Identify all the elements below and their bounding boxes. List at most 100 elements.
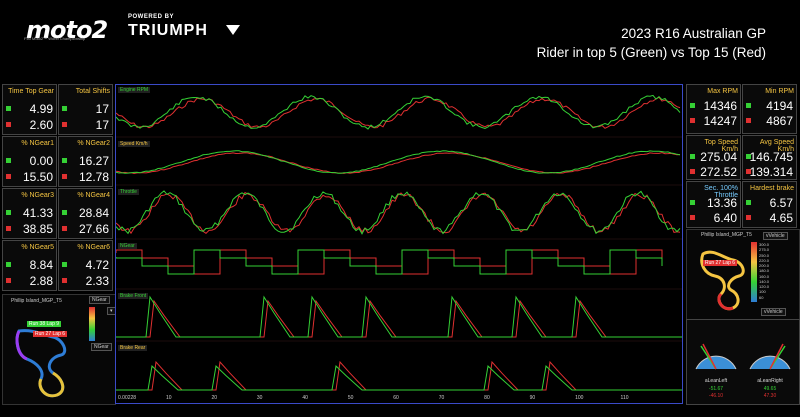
red-marker-icon bbox=[746, 215, 751, 220]
left-map-run-green: Run 38 Lap 9 bbox=[27, 321, 62, 327]
x-tick-label: 70 bbox=[438, 395, 445, 401]
left-stat-cell: % NGear6 4.72 2.33 bbox=[58, 240, 113, 291]
scale-label: 160.0 bbox=[759, 273, 770, 279]
stat-red-value: 12.78 bbox=[78, 170, 109, 184]
stat-green-value: 4.99 bbox=[29, 102, 53, 116]
left-stat-cell: Time Top Gear 4.99 2.60 bbox=[2, 84, 57, 135]
stat-label: % NGear4 bbox=[77, 192, 110, 199]
lean-left-green: -51.67 bbox=[708, 386, 724, 392]
green-marker-icon bbox=[62, 106, 67, 111]
right-map-color-legend bbox=[751, 242, 757, 302]
stat-red-value: 15.50 bbox=[22, 170, 53, 184]
x-tick-label: 100 bbox=[575, 395, 584, 401]
stat-green-value: 4194 bbox=[766, 99, 793, 113]
green-trace bbox=[116, 295, 682, 338]
stat-green-value: 41.33 bbox=[22, 206, 53, 220]
right-map-run-red-label: Run 27 Lap 6 bbox=[705, 260, 736, 266]
stat-green-value: 16.27 bbox=[78, 154, 109, 168]
stat-label: Total Shifts bbox=[75, 88, 110, 95]
triumph-logo: TRIUMPH bbox=[128, 22, 208, 39]
left-stat-cell: % NGear2 16.27 12.78 bbox=[58, 136, 113, 187]
left-stat-cell: % NGear3 41.33 38.85 bbox=[2, 188, 57, 239]
red-trace bbox=[116, 249, 663, 275]
stat-red-value: 17 bbox=[95, 118, 109, 132]
x-tick-label: 80 bbox=[484, 395, 490, 401]
x-tick-label: 20 bbox=[211, 395, 218, 401]
red-marker-icon bbox=[690, 215, 695, 220]
left-track-map-panel: Phillip Island_MGP_T5 NGear NGear ▾ Run … bbox=[2, 294, 116, 405]
x-tick-label: 30 bbox=[256, 395, 263, 401]
chart-tag-brake-front: Brake Front bbox=[118, 293, 149, 299]
stat-label: % NGear5 bbox=[21, 244, 54, 251]
left-map-run-red: Run 27 Lap 6 bbox=[33, 331, 68, 337]
green-marker-icon bbox=[62, 210, 67, 215]
stat-red-value: 2.60 bbox=[29, 118, 53, 132]
right-vehicle-selector[interactable]: vVehicle bbox=[763, 232, 788, 240]
red-marker-icon bbox=[62, 226, 67, 231]
red-marker-icon bbox=[62, 278, 67, 283]
lean-left-red: -46.10 bbox=[708, 393, 724, 399]
stat-red-value: 14247 bbox=[703, 114, 737, 128]
scale-label: 275.0 bbox=[759, 247, 770, 253]
right-vehicle-selector-2[interactable]: vVehicle bbox=[761, 308, 786, 316]
right-track-map-panel: Phillip Island_MGP_T5 vVehicle vVehicle … bbox=[686, 229, 800, 320]
red-marker-icon bbox=[6, 278, 11, 283]
scale-label: 180.0 bbox=[759, 268, 770, 274]
x-tick-label: 110 bbox=[620, 395, 629, 401]
green-marker-icon bbox=[62, 262, 67, 267]
red-marker-icon bbox=[746, 118, 751, 123]
right-stat-cell: Min RPM 4194 4867 bbox=[742, 84, 797, 134]
right-stat-cell: Avg Speed Km/h 146.745 139.314 bbox=[742, 135, 797, 180]
right-stat-cell: Sec. 100% Throttle 13.36 6.40 bbox=[686, 181, 741, 228]
lean-right-red: 47.30 bbox=[763, 393, 777, 399]
right-track-map bbox=[700, 250, 745, 311]
scale-label: 250.0 bbox=[759, 252, 770, 258]
stat-green-value: 17 bbox=[95, 102, 109, 116]
left-gear-selector[interactable]: NGear bbox=[89, 296, 110, 304]
red-marker-icon bbox=[6, 174, 11, 179]
left-map-color-legend bbox=[89, 307, 95, 341]
red-marker-icon bbox=[690, 169, 695, 174]
green-trace bbox=[116, 94, 681, 130]
scale-label: 60 bbox=[759, 294, 764, 300]
red-marker-icon bbox=[6, 122, 11, 127]
scale-label: 100 bbox=[759, 289, 766, 295]
page-title: 2023 R16 Australian GP Rider in top 5 (G… bbox=[537, 24, 766, 62]
red-trace bbox=[116, 191, 681, 235]
red-marker-icon bbox=[690, 118, 695, 123]
green-marker-icon bbox=[746, 103, 751, 108]
stat-label: % NGear6 bbox=[77, 244, 110, 251]
right-map-run-red: Run 27 Lap 6 bbox=[703, 260, 738, 266]
telemetry-chart[interactable]: Engine RPM Speed Km/h Throttle NGear Bra… bbox=[115, 84, 683, 404]
moto2-logo: moto2 bbox=[22, 12, 112, 48]
left-gear-selector-2[interactable]: NGear bbox=[91, 343, 112, 351]
green-marker-icon bbox=[690, 200, 695, 205]
green-marker-icon bbox=[746, 200, 751, 205]
stat-green-value: 13.36 bbox=[706, 196, 737, 210]
scale-label: 300.0 bbox=[759, 242, 770, 247]
stat-red-value: 4867 bbox=[766, 114, 793, 128]
red-marker-icon bbox=[62, 122, 67, 127]
scale-label: 140.0 bbox=[759, 278, 770, 284]
stat-green-value: 4.72 bbox=[85, 258, 109, 272]
lean-gauges-panel: aLeanLeft aLeanRight -51.67 -46.10 49.65… bbox=[686, 319, 800, 405]
lean-right-gauge bbox=[749, 343, 791, 370]
stat-red-value: 6.40 bbox=[713, 211, 737, 225]
stat-label: Time Top Gear bbox=[8, 88, 54, 95]
stat-red-value: 4.65 bbox=[769, 211, 793, 225]
green-marker-icon bbox=[6, 106, 11, 111]
x-tick-label: 40 bbox=[302, 395, 308, 401]
lean-left-gauge bbox=[695, 343, 737, 370]
green-marker-icon bbox=[6, 158, 11, 163]
stat-label: % NGear3 bbox=[21, 192, 54, 199]
left-stat-cell: % NGear1 0.00 15.50 bbox=[2, 136, 57, 187]
green-marker-icon bbox=[690, 154, 695, 159]
green-marker-icon bbox=[6, 262, 11, 267]
left-stat-cell: Total Shifts 17 17 bbox=[58, 84, 113, 135]
scale-label: 200.0 bbox=[759, 263, 770, 269]
stat-green-value: 6.57 bbox=[769, 196, 793, 210]
right-stat-cell: Hardest brake 6.57 4.65 bbox=[742, 181, 797, 228]
stat-label: % NGear1 bbox=[21, 140, 54, 147]
stat-green-value: 275.04 bbox=[700, 150, 737, 164]
red-trace bbox=[116, 299, 682, 338]
